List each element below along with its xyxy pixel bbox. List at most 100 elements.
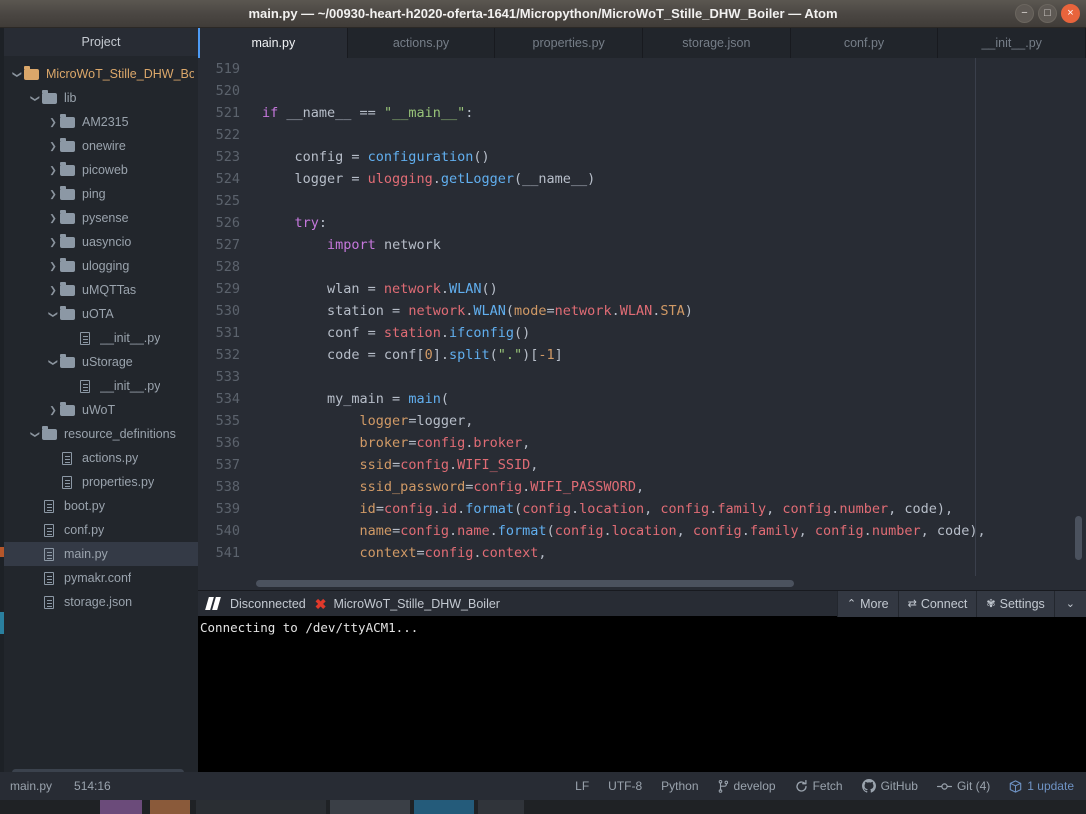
tree-folder-item[interactable]: ❯ MicroWoT_Stille_DHW_Boile xyxy=(4,62,198,86)
token: WIFI_PASSWORD xyxy=(530,479,636,495)
code-line[interactable]: 524 logger = ulogging.getLogger(__name__… xyxy=(198,168,1086,190)
chevron-right-icon[interactable]: ❯ xyxy=(46,189,60,199)
maximize-button[interactable]: □ xyxy=(1038,4,1057,23)
code-line[interactable]: 535 logger=logger, xyxy=(198,410,1086,432)
chevron-right-icon[interactable]: ❯ xyxy=(46,261,60,271)
chevron-right-icon[interactable]: ❯ xyxy=(46,237,60,247)
tree-folder-item[interactable]: ❯ AM2315 xyxy=(4,110,198,134)
editor-horizontal-scrollbar[interactable] xyxy=(198,576,1086,590)
tab-main-py[interactable]: main.py xyxy=(198,28,348,58)
tab-properties-py[interactable]: properties.py xyxy=(495,28,644,58)
code-line[interactable]: 536 broker=config.broker, xyxy=(198,432,1086,454)
chevron-down-icon[interactable]: ❯ xyxy=(49,355,59,369)
tree-file-item[interactable]: properties.py xyxy=(4,470,198,494)
code-line[interactable]: 519 xyxy=(198,58,1086,80)
code-line[interactable]: 528 xyxy=(198,256,1086,278)
minimize-button[interactable]: − xyxy=(1015,4,1034,23)
tree-folder-item[interactable]: ❯ uWoT xyxy=(4,398,198,422)
code-line[interactable]: 534 my_main = main( xyxy=(198,388,1086,410)
tree-folder-item[interactable]: ❯ pysense xyxy=(4,206,198,230)
tab-bar[interactable]: main.py actions.py properties.py storage.js… xyxy=(198,28,1086,58)
chevron-right-icon[interactable]: ❯ xyxy=(46,117,60,127)
file-tree[interactable]: ❯ MicroWoT_Stille_DHW_Boile ❯ lib ❯ AM2315 ❯ on… xyxy=(4,56,198,614)
code-line[interactable]: 539 id=config.id.format(config.location,… xyxy=(198,498,1086,520)
status-bar: main.py 514:16 LF UTF-8 Python develop F… xyxy=(0,772,1086,800)
line-number: 520 xyxy=(215,83,240,99)
code-line[interactable]: 522 xyxy=(198,124,1086,146)
tree-folder-item[interactable]: ❯ uMQTTas xyxy=(4,278,198,302)
chevron-right-icon[interactable]: ❯ xyxy=(46,141,60,151)
code-line[interactable]: 532 code = conf[0].split(".")[-1] xyxy=(198,344,1086,366)
tab-storage-json[interactable]: storage.json xyxy=(643,28,791,58)
pymakr-connect-button[interactable]: ⇄ Connect xyxy=(897,590,977,617)
pymakr-settings-button[interactable]: ✾ Settings xyxy=(976,590,1054,617)
chevron-down-icon[interactable]: ❯ xyxy=(31,91,41,105)
code-line[interactable]: 526 try: xyxy=(198,212,1086,234)
token: , xyxy=(530,457,539,473)
chevron-right-icon[interactable]: ❯ xyxy=(46,213,60,223)
editor-hscroll-thumb[interactable] xyxy=(256,580,794,587)
code-line[interactable]: 533 xyxy=(198,366,1086,388)
tree-file-item[interactable]: main.py xyxy=(4,542,198,566)
code-line[interactable]: 538 ssid_password=config.WIFI_PASSWORD, xyxy=(198,476,1086,498)
status-git-branch[interactable]: develop xyxy=(718,779,776,793)
tree-file-item[interactable]: storage.json xyxy=(4,590,198,614)
token: = xyxy=(546,303,555,319)
tree-file-item[interactable]: boot.py xyxy=(4,494,198,518)
tree-file-item[interactable]: actions.py xyxy=(4,446,198,470)
tree-file-item[interactable]: __init__.py xyxy=(4,326,198,350)
editor-vertical-scrollbar[interactable] xyxy=(1075,516,1082,560)
status-updates[interactable]: 1 update xyxy=(1009,779,1074,793)
status-cursor-position[interactable]: 514:16 xyxy=(74,779,111,793)
pymakr-collapse-button[interactable]: ⌄ xyxy=(1053,590,1086,617)
tree-file-item[interactable]: __init__.py xyxy=(4,374,198,398)
code-line[interactable]: 520 xyxy=(198,80,1086,102)
chevron-down-icon[interactable]: ❯ xyxy=(13,67,23,81)
status-git-changes[interactable]: Git (4) xyxy=(936,779,990,793)
chevron-down-icon[interactable]: ❯ xyxy=(49,307,59,321)
tree-folder-item[interactable]: ❯ ulogging xyxy=(4,254,198,278)
code-line[interactable]: 521 if __name__ == "__main__": xyxy=(198,102,1086,124)
status-line-ending[interactable]: LF xyxy=(575,779,589,793)
tree-folder-item[interactable]: ❯ onewire xyxy=(4,134,198,158)
status-fetch[interactable]: Fetch xyxy=(795,779,843,793)
code-line[interactable]: 541 context=config.context, xyxy=(198,542,1086,564)
code-line[interactable]: 540 name=config.name.format(config.locat… xyxy=(198,520,1086,542)
folder-icon xyxy=(42,426,58,441)
chevron-down-icon[interactable]: ❯ xyxy=(31,427,41,441)
code-editor[interactable]: 519 520 521 if __name__ == "__main__": 522 52… xyxy=(198,58,1086,590)
code-line[interactable]: 527 import network xyxy=(198,234,1086,256)
terminal-line: Connecting to /dev/ttyACM1... xyxy=(200,620,419,635)
chevron-right-icon[interactable]: ❯ xyxy=(46,405,60,415)
code-line[interactable]: 529 wlan = network.WLAN() xyxy=(198,278,1086,300)
status-encoding[interactable]: UTF-8 xyxy=(608,779,642,793)
code-line[interactable]: 525 xyxy=(198,190,1086,212)
tab-init-py[interactable]: __init__.py xyxy=(938,28,1086,58)
line-number: 528 xyxy=(215,259,240,275)
code-line[interactable]: 530 station = network.WLAN(mode=network.… xyxy=(198,300,1086,322)
status-grammar[interactable]: Python xyxy=(661,779,698,793)
code-line[interactable]: 523 config = configuration() xyxy=(198,146,1086,168)
status-file-name[interactable]: main.py xyxy=(10,779,52,793)
tab-conf-py[interactable]: conf.py xyxy=(790,28,939,58)
code-line[interactable]: 531 conf = station.ifconfig() xyxy=(198,322,1086,344)
code-lines[interactable]: 519 520 521 if __name__ == "__main__": 522 52… xyxy=(198,58,1086,564)
tree-folder-item[interactable]: ❯ uasyncio xyxy=(4,230,198,254)
tree-file-item[interactable]: conf.py xyxy=(4,518,198,542)
tree-folder-item[interactable]: ❯ lib xyxy=(4,86,198,110)
tab-actions-py[interactable]: actions.py xyxy=(347,28,496,58)
code-line[interactable]: 537 ssid=config.WIFI_SSID, xyxy=(198,454,1086,476)
pymakr-more-button[interactable]: ⌃ More xyxy=(836,590,898,617)
token: : xyxy=(318,215,328,231)
chevron-right-icon[interactable]: ❯ xyxy=(46,285,60,295)
tree-folder-item[interactable]: ❯ picoweb xyxy=(4,158,198,182)
tree-folder-item[interactable]: ❯ resource_definitions xyxy=(4,422,198,446)
tree-folder-item[interactable]: ❯ ping xyxy=(4,182,198,206)
file-icon xyxy=(42,571,58,585)
status-github[interactable]: GitHub xyxy=(861,779,918,793)
close-button[interactable]: × xyxy=(1061,4,1080,23)
tree-folder-item[interactable]: ❯ uOTA xyxy=(4,302,198,326)
chevron-right-icon[interactable]: ❯ xyxy=(46,165,60,175)
tree-file-item[interactable]: pymakr.conf xyxy=(4,566,198,590)
tree-folder-item[interactable]: ❯ uStorage xyxy=(4,350,198,374)
